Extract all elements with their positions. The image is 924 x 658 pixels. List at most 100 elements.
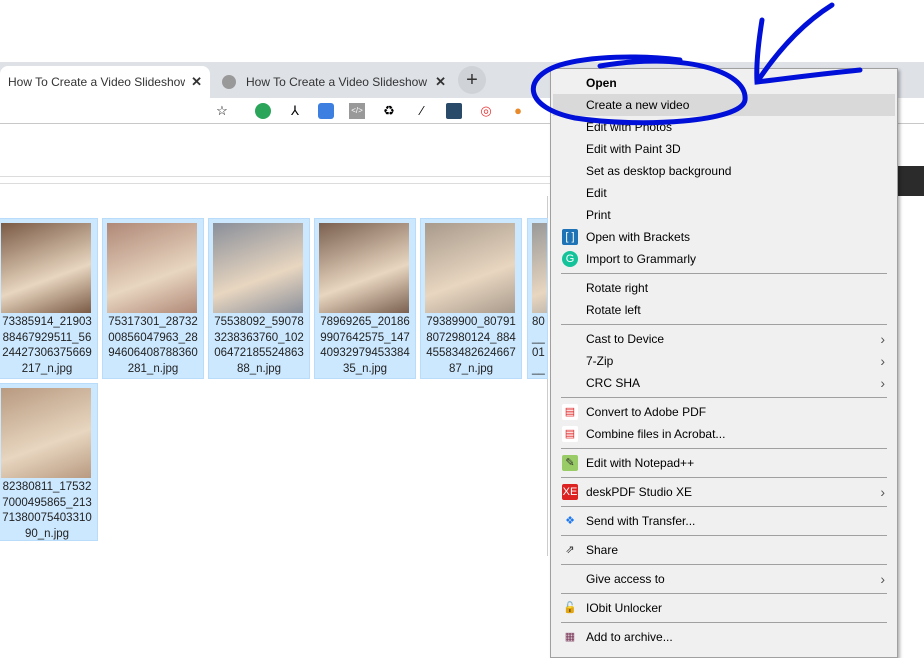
menu-separator [561,535,887,536]
menu-item-label: Rotate left [586,303,641,317]
thumbnail [1,223,91,313]
close-icon[interactable]: ✕ [435,74,446,90]
menu-item-iobit-unlocker[interactable]: 🔓 IObit Unlocker [553,597,895,619]
menu-item-7-zip[interactable]: 7-Zip › [553,350,895,372]
deskpdf-icon: XE [562,484,578,500]
menu-item-label: Cast to Device [586,332,665,346]
menu-separator [561,273,887,274]
menu-item-rotate-left[interactable]: Rotate left [553,299,895,321]
menu-item-label: Share [586,543,619,557]
adobe-pdf-icon: ▤ [562,404,578,420]
menu-item-label: CRC SHA [586,376,641,390]
chevron-right-icon: › [880,571,885,587]
menu-item-import-to-grammarly[interactable]: G Import to Grammarly [553,248,895,270]
file-tile[interactable]: 80__01__17__ [527,218,548,379]
brackets-icon: [ ] [562,229,578,245]
menu-item-print[interactable]: Print [553,204,895,226]
menu-item-label: Give access to [586,572,665,586]
menu-separator [561,622,887,623]
office-ext-icon[interactable]: ● [510,103,526,119]
tab-title: How To Create a Video Slideshow [8,75,186,89]
file-name: 73385914_2190388467929511_56244273063756… [2,316,92,375]
menu-item-edit-with-notepad[interactable]: ✎ Edit with Notepad++ [553,452,895,474]
image-ext-icon[interactable] [446,103,462,119]
file-name: 75317301_2873200856047963_28946064087883… [108,316,198,375]
menu-item-label: Import to Grammarly [586,252,697,266]
star-icon[interactable]: ☆ [214,103,230,119]
menu-item-label: Send with Transfer... [586,514,696,528]
file-tile[interactable]: 82380811_175327000495865_213713800754033… [0,383,98,541]
menu-item-edit[interactable]: Edit [553,182,895,204]
tab-title: How To Create a Video Slideshow [246,75,427,89]
tab-inactive[interactable]: How To Create a Video Slideshow ✕ [214,66,454,98]
menu-item-label: Edit with Notepad++ [586,456,695,470]
menu-item-label: Edit with Photos [586,120,673,134]
tab-active[interactable]: How To Create a Video Slideshow ✕ [0,66,210,98]
file-tile[interactable]: 75538092_590783238363760_102064721855248… [208,218,310,379]
close-icon[interactable]: ✕ [191,74,202,90]
menu-item-label: Add to archive... [586,630,673,644]
context-menu: Open Create a new video Edit with Photos Ed… [550,68,898,658]
menu-item-open-with-brackets[interactable]: [ ] Open with Brackets [553,226,895,248]
thumbnail [213,223,303,313]
chevron-right-icon: › [880,331,885,347]
dropbox-icon: ❖ [565,515,575,527]
file-tile[interactable]: 78969265_201869907642575_147409329794533… [314,218,416,379]
file-name: 80__01__17__ [532,316,545,375]
menu-item-give-access-to[interactable]: Give access to › [553,568,895,590]
menu-item-label: IObit Unlocker [586,601,663,615]
eyedropper-ext-icon[interactable]: ⁄ [414,103,430,119]
code-ext-icon[interactable]: </> [349,103,365,119]
file-tile[interactable]: 73385914_2190388467929511_56244273063756… [0,218,98,379]
thumbnail [425,223,515,313]
swirl-ext-icon[interactable]: ◎ [478,103,494,119]
file-name: 78969265_201869907642575_147409329794533… [320,316,410,375]
menu-separator [561,397,887,398]
bracket-ext-icon[interactable] [318,103,334,119]
menu-item-label: Set as desktop background [586,164,732,178]
menu-item-label: Open with Brackets [586,230,691,244]
menu-item-label: Print [586,208,611,222]
menu-item-convert-to-adobe-pdf[interactable]: ▤ Convert to Adobe PDF [553,401,895,423]
grammarly-ext-icon[interactable] [255,103,271,119]
menu-item-label: Edit [586,186,607,200]
file-tile[interactable]: 79389900_807918072980124_884455834826246… [420,218,522,379]
menu-item-edit-with-paint-3d[interactable]: Edit with Paint 3D [553,138,895,160]
menu-separator [561,477,887,478]
menu-separator [561,324,887,325]
menu-item-cast-to-device[interactable]: Cast to Device › [553,328,895,350]
divider [0,183,550,184]
menu-item-share[interactable]: ⇗ Share [553,539,895,561]
menu-item-combine-files-in-acrobat[interactable]: ▤ Combine files in Acrobat... [553,423,895,445]
menu-item-create-a-new-video[interactable]: Create a new video [553,94,895,116]
menu-item-label: Combine files in Acrobat... [586,427,726,441]
file-tile[interactable]: 75317301_2873200856047963_28946064087883… [102,218,204,379]
recycle-ext-icon[interactable]: ♻ [381,103,397,119]
menu-item-send-with-transfer[interactable]: ❖ Send with Transfer... [553,510,895,532]
file-name: 79389900_807918072980124_884455834826246… [426,316,516,375]
file-name: 75538092_590783238363760_102064721855248… [214,316,304,375]
thumbnail [107,223,197,313]
menu-item-deskpdf-studio-xe[interactable]: XE deskPDF Studio XE › [553,481,895,503]
menu-item-edit-with-photos[interactable]: Edit with Photos [553,116,895,138]
menu-item-label: Convert to Adobe PDF [586,405,707,419]
menu-item-label: Rotate right [586,281,649,295]
menu-item-add-to-archive[interactable]: ▦ Add to archive... [553,626,895,648]
tool-ext-icon[interactable]: ⅄ [287,103,303,119]
menu-separator [561,448,887,449]
menu-item-open[interactable]: Open [553,72,895,94]
unlock-icon: 🔓 [563,602,577,614]
new-tab-button[interactable]: + [458,66,486,94]
divider [0,176,550,177]
share-icon: ⇗ [565,544,575,556]
winrar-icon: ▦ [564,631,576,643]
menu-item-label: Edit with Paint 3D [586,142,681,156]
thumbnail [319,223,409,313]
dark-panel [898,166,924,196]
menu-item-crc-sha[interactable]: CRC SHA › [553,372,895,394]
thumbnail [1,388,91,478]
menu-item-set-as-desktop-background[interactable]: Set as desktop background [553,160,895,182]
menu-item-label: Open [586,76,617,90]
profile-icon [222,75,236,89]
menu-item-rotate-right[interactable]: Rotate right [553,277,895,299]
